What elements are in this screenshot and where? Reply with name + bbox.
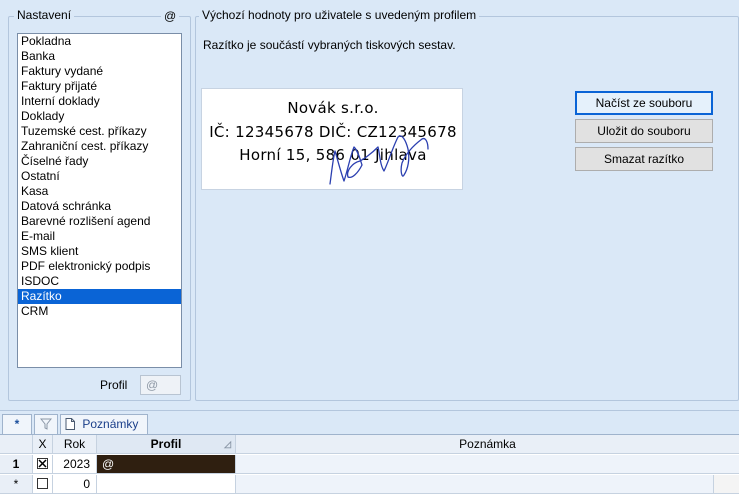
settings-list-item[interactable]: Kasa [18,184,181,199]
settings-list-item[interactable]: SMS klient [18,244,181,259]
tab-notes[interactable]: Poznámky [60,414,148,434]
settings-list-item[interactable]: Faktury přijaté [18,79,181,94]
row-checkbox-cell[interactable] [33,455,53,474]
unchecked-checkbox[interactable] [37,478,48,490]
settings-list-item[interactable]: CRM [18,304,181,319]
settings-list-item[interactable]: E-mail [18,229,181,244]
settings-list-item[interactable]: Ostatní [18,169,181,184]
star-icon: * [14,417,20,431]
settings-list-item[interactable]: Pokladna [18,34,181,49]
row-poznamka-cell[interactable] [236,455,739,474]
new-row-rok-cell[interactable]: 0 [53,475,97,494]
row-header[interactable]: 1 [0,455,33,474]
bottom-tabbar: * Poznámky [0,410,739,434]
profile-label: Profil [100,378,128,392]
at-icon: @ [161,9,180,23]
settings-list-item[interactable]: Banka [18,49,181,64]
document-icon [65,418,75,430]
stamp-description: Razítko je součástí vybraných tiskových … [203,38,456,52]
column-header-x[interactable]: X [33,435,53,454]
stamp-preview: Novák s.r.o. IČ: 12345678 DIČ: CZ1234567… [201,88,463,190]
profile-field[interactable]: @ [140,375,181,395]
load-from-file-button[interactable]: Načíst ze souboru [575,91,713,115]
grid-scrollbar[interactable] [714,475,739,494]
tab-notes-label: Poznámky [82,417,139,431]
settings-list-item[interactable]: Číselné řady [18,154,181,169]
tab-filter[interactable] [34,414,58,434]
sort-icon: ◿ [224,439,231,449]
settings-list-item[interactable]: Interní doklady [18,94,181,109]
settings-list-item[interactable]: Datová schránka [18,199,181,214]
settings-listbox[interactable]: Pokladna Banka Faktury vydané Faktury přija… [17,33,182,368]
settings-list-item[interactable]: Faktury vydané [18,64,181,79]
settings-list-item[interactable]: PDF elektronický podpis [18,259,181,274]
check-icon [38,459,47,468]
settings-group-title: Nastavení [14,8,75,22]
new-row-poznamka-cell[interactable] [236,475,714,494]
new-row-profil-cell[interactable] [97,475,236,494]
checked-checkbox[interactable] [37,458,48,470]
new-row-checkbox-cell[interactable] [33,475,53,494]
settings-list-item[interactable]: Doklady [18,109,181,124]
defaults-groupbox [195,16,739,401]
settings-list-item[interactable]: Tuzemské cest. příkazy [18,124,181,139]
notes-grid[interactable]: X Rok Profil ◿ Poznámka 1 2023 @ * 0 [0,434,739,495]
settings-list-item[interactable]: ISDOC [18,274,181,289]
settings-list-item[interactable]: Barevné rozlišení agend [18,214,181,229]
delete-stamp-button[interactable]: Smazat razítko [575,147,713,171]
column-header-poznamka[interactable]: Poznámka [236,435,739,454]
row-rok-cell[interactable]: 2023 [53,455,97,474]
filter-icon [39,418,53,430]
tab-new-record[interactable]: * [2,414,32,434]
signature-icon [329,135,429,185]
column-header-rok[interactable]: Rok [53,435,97,454]
column-header-profil-label: Profil [150,437,182,451]
save-to-file-button[interactable]: Uložit do souboru [575,119,713,143]
row-profil-cell[interactable]: @ [97,455,236,474]
column-header-profil[interactable]: Profil ◿ [97,435,236,454]
defaults-group-title: Výchozí hodnoty pro uživatele s uvedeným… [199,8,480,22]
new-row-header[interactable]: * [0,475,33,494]
grid-corner [0,435,33,454]
settings-list-item[interactable]: Zahraniční cest. příkazy [18,139,181,154]
settings-list-item[interactable]: Razítko [18,289,181,304]
